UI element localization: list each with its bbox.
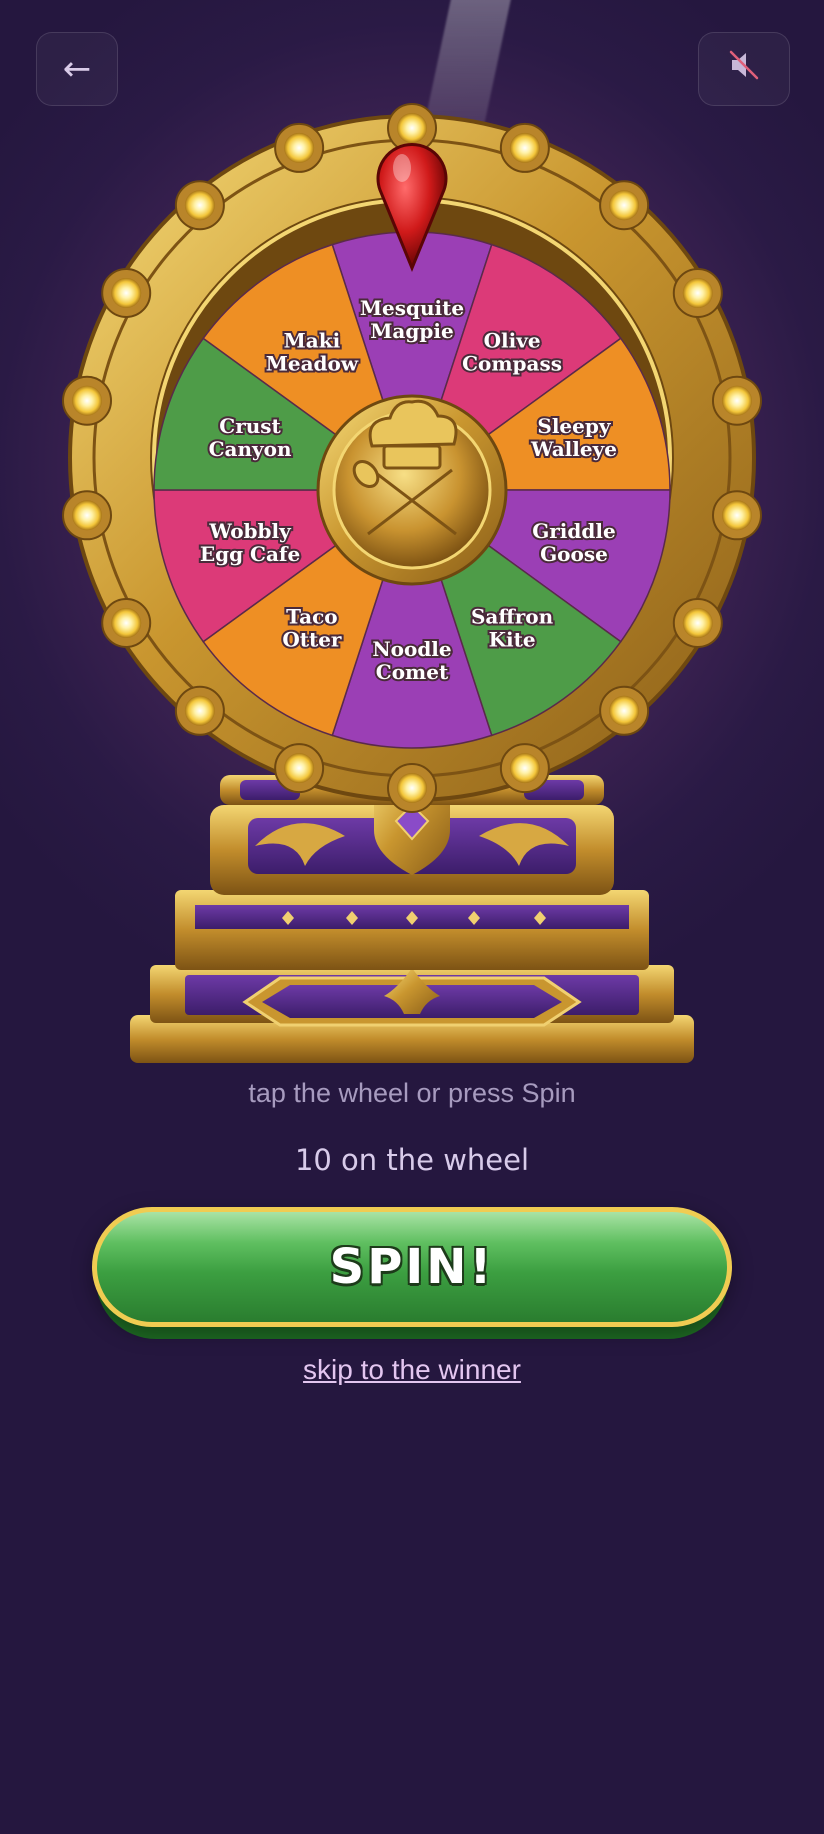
rim-light-bulb [72, 385, 103, 416]
wheel-segment-label: Taco Otter [282, 604, 342, 651]
rim-light-bulb [111, 608, 142, 638]
rim-light-bulb [682, 278, 713, 308]
instruction-hint: tap the wheel or press Spin [248, 1078, 576, 1108]
rim-light-bulb [509, 132, 540, 163]
spin-button-wrap: SPIN! [92, 1207, 732, 1339]
skip-to-winner-link[interactable]: skip to the winner [0, 1354, 824, 1386]
wheel-segment-label: Sleepy Walleye [530, 414, 617, 461]
rim-light-bulb [111, 278, 142, 308]
wheel-pedestal [130, 770, 694, 1063]
segment-count: 10 on the wheel [294, 1143, 530, 1177]
wheel-segment-label: Mesquite Magpie [360, 296, 464, 343]
chef-hat-utensils-icon[interactable] [316, 394, 508, 586]
wheel-stage: Mesquite Magpie Olive Compass Sleepy Walleye G… [0, 0, 824, 1080]
rim-light-bulb [721, 385, 752, 416]
rim-light-bulb [509, 753, 540, 784]
rim-light-bulb [721, 500, 752, 531]
rim-light-bulb [609, 695, 640, 726]
rim-light-bulb [682, 608, 713, 638]
wheel-segment-label: Crust Canyon [209, 414, 292, 461]
wheel-segment-label: Griddle Goose [532, 519, 616, 566]
rim-light-bulb [184, 190, 215, 221]
rim-light-bulb [284, 753, 315, 784]
wheel-segment-label: Noodle Comet [372, 637, 451, 684]
rim-light-bulb [284, 132, 315, 163]
spin-button[interactable]: SPIN! [92, 1207, 732, 1327]
rim-light-bulb [72, 500, 103, 531]
rim-light-bulb [397, 773, 427, 803]
rim-light-bulb [184, 695, 215, 726]
wheel-segment-label: Wobbly Egg Cafe [200, 519, 300, 566]
rim-light-bulb [397, 113, 427, 143]
rim-light-bulb [609, 190, 640, 221]
